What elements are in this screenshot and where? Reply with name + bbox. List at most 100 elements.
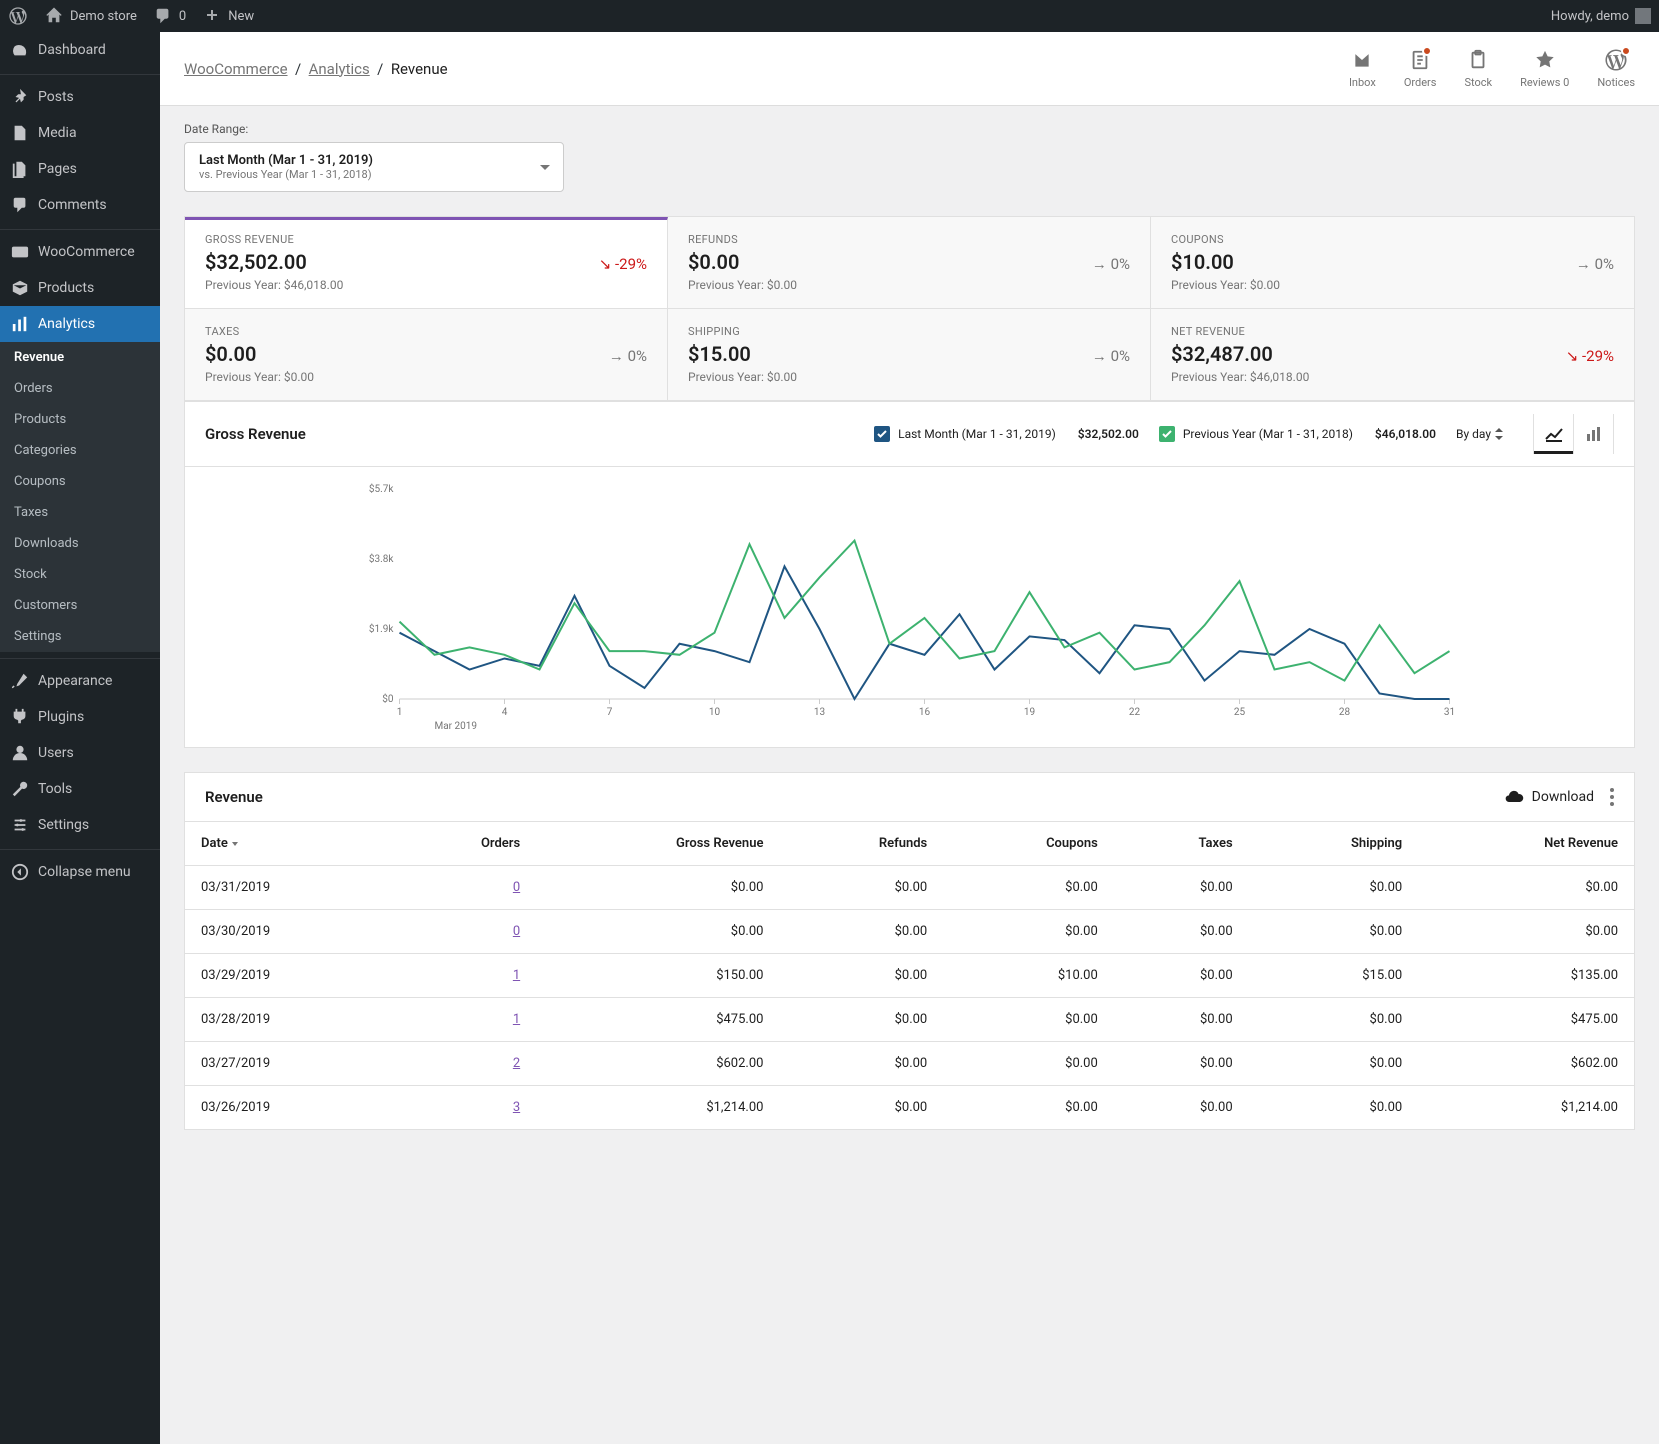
pages-icon — [10, 159, 30, 179]
wordpress-icon — [8, 6, 28, 26]
breadcrumb-mid[interactable]: Analytics — [309, 60, 370, 78]
col-net-revenue[interactable]: Net Revenue — [1418, 822, 1634, 866]
summary-taxes[interactable]: Taxes$0.00→ 0%Previous Year: $0.00 — [185, 309, 668, 401]
orders-icon — [1408, 48, 1432, 72]
sidebar-item-pages[interactable]: Pages — [0, 151, 160, 187]
col-gross-revenue[interactable]: Gross Revenue — [536, 822, 779, 866]
sidebar-item-collapse-menu[interactable]: Collapse menu — [0, 854, 160, 890]
comments-count[interactable]: 0 — [145, 0, 194, 32]
site-name[interactable]: Demo store — [36, 0, 145, 32]
revenue-table: DateOrdersGross RevenueRefundsCouponsTax… — [185, 821, 1634, 1129]
svg-text:31: 31 — [1444, 707, 1455, 718]
comment-icon — [10, 195, 30, 215]
sidebar-item-comments[interactable]: Comments — [0, 187, 160, 223]
chevron-down-icon — [230, 839, 240, 849]
summary-net-revenue[interactable]: Net Revenue$32,487.00↘ -29%Previous Year… — [1151, 309, 1634, 401]
orders-link[interactable]: 0 — [391, 866, 536, 910]
sidebar-item-dashboard[interactable]: Dashboard — [0, 32, 160, 68]
legend-primary[interactable]: Last Month (Mar 1 - 31, 2019) $32,502.00 — [874, 426, 1139, 442]
summary-refunds[interactable]: Refunds$0.00→ 0%Previous Year: $0.00 — [668, 217, 1151, 309]
table-row: 03/30/20190$0.00$0.00$0.00$0.00$0.00$0.0… — [185, 910, 1634, 954]
new-content[interactable]: New — [194, 0, 262, 32]
svg-text:4: 4 — [502, 707, 508, 718]
sub-item-customers[interactable]: Customers — [0, 590, 160, 621]
home-icon — [44, 6, 64, 26]
sidebar-item-tools[interactable]: Tools — [0, 771, 160, 807]
summary-shipping[interactable]: Shipping$15.00→ 0%Previous Year: $0.00 — [668, 309, 1151, 401]
trend-down-icon: ↘ -29% — [1566, 347, 1614, 365]
wrench-icon — [10, 779, 30, 799]
line-chart-tab[interactable] — [1534, 414, 1574, 454]
sub-item-categories[interactable]: Categories — [0, 435, 160, 466]
table-title: Revenue — [205, 788, 263, 806]
gauge-icon — [10, 40, 30, 60]
col-orders[interactable]: Orders — [391, 822, 536, 866]
legend-secondary[interactable]: Previous Year (Mar 1 - 31, 2018) $46,018… — [1159, 426, 1436, 442]
col-date[interactable]: Date — [185, 822, 391, 866]
ellipsis-menu[interactable] — [1610, 788, 1614, 806]
sidebar-item-users[interactable]: Users — [0, 735, 160, 771]
sub-item-orders[interactable]: Orders — [0, 373, 160, 404]
sub-item-stock[interactable]: Stock — [0, 559, 160, 590]
activity-orders[interactable]: Orders — [1404, 48, 1437, 89]
orders-link[interactable]: 1 — [391, 954, 536, 998]
summary-coupons[interactable]: Coupons$10.00→ 0%Previous Year: $0.00 — [1151, 217, 1634, 309]
date-range-dropdown[interactable]: Last Month (Mar 1 - 31, 2019) vs. Previo… — [184, 142, 564, 192]
sub-item-downloads[interactable]: Downloads — [0, 528, 160, 559]
svg-text:$1.9k: $1.9k — [369, 622, 394, 635]
svg-text:7: 7 — [607, 707, 613, 718]
sidebar-item-settings[interactable]: Settings — [0, 807, 160, 843]
col-shipping[interactable]: Shipping — [1249, 822, 1419, 866]
comment-icon — [153, 6, 173, 26]
bar-chart-icon — [1584, 424, 1604, 444]
sidebar-item-analytics[interactable]: Analytics — [0, 306, 160, 342]
sub-item-products[interactable]: Products — [0, 404, 160, 435]
col-refunds[interactable]: Refunds — [779, 822, 943, 866]
activity-notices[interactable]: Notices — [1597, 48, 1635, 89]
activity-reviews[interactable]: Reviews 0 — [1520, 48, 1569, 89]
chevron-down-icon — [539, 164, 551, 172]
sub-item-coupons[interactable]: Coupons — [0, 466, 160, 497]
checkbox-icon — [874, 426, 890, 442]
sidebar-item-appearance[interactable]: Appearance — [0, 663, 160, 699]
table-row: 03/29/20191$150.00$0.00$10.00$0.00$15.00… — [185, 954, 1634, 998]
orders-link[interactable]: 2 — [391, 1042, 536, 1086]
interval-dropdown[interactable]: By day — [1456, 427, 1503, 441]
trend-flat-icon: → 0% — [1576, 255, 1614, 273]
activity-inbox[interactable]: Inbox — [1349, 48, 1376, 89]
settings-icon — [10, 815, 30, 835]
orders-link[interactable]: 1 — [391, 998, 536, 1042]
sub-item-settings[interactable]: Settings — [0, 621, 160, 652]
sidebar-item-products[interactable]: Products — [0, 270, 160, 306]
sidebar-item-media[interactable]: Media — [0, 115, 160, 151]
col-taxes[interactable]: Taxes — [1114, 822, 1249, 866]
orders-link[interactable]: 3 — [391, 1086, 536, 1130]
cloud-download-icon — [1504, 787, 1524, 807]
chart-title: Gross Revenue — [205, 425, 306, 443]
woo-icon — [10, 242, 30, 262]
sidebar-item-posts[interactable]: Posts — [0, 79, 160, 115]
trend-flat-icon: → 0% — [1092, 347, 1130, 365]
breadcrumb-root[interactable]: WooCommerce — [184, 60, 288, 78]
sidebar-item-woocommerce[interactable]: WooCommerce — [0, 234, 160, 270]
products-icon — [10, 278, 30, 298]
chart-svg: $0$1.9k$3.8k$5.7k1471013161922252831Mar … — [205, 479, 1614, 739]
chart-card: Gross Revenue Last Month (Mar 1 - 31, 20… — [184, 402, 1635, 748]
download-button[interactable]: Download — [1504, 787, 1594, 807]
orders-link[interactable]: 0 — [391, 910, 536, 954]
plus-icon — [202, 6, 222, 26]
summary-gross-revenue[interactable]: Gross Revenue$32,502.00↘ -29%Previous Ye… — [185, 217, 668, 309]
table-row: 03/31/20190$0.00$0.00$0.00$0.00$0.00$0.0… — [185, 866, 1634, 910]
activity-stock[interactable]: Stock — [1464, 48, 1492, 89]
svg-text:28: 28 — [1339, 707, 1351, 718]
wp-logo[interactable] — [0, 0, 36, 32]
analytics-icon — [10, 314, 30, 334]
col-coupons[interactable]: Coupons — [943, 822, 1114, 866]
avatar-icon — [1635, 8, 1651, 24]
sub-item-revenue[interactable]: Revenue — [0, 342, 160, 373]
sidebar-item-plugins[interactable]: Plugins — [0, 699, 160, 735]
svg-text:25: 25 — [1234, 707, 1246, 718]
howdy[interactable]: Howdy, demo — [1543, 0, 1659, 32]
bar-chart-tab[interactable] — [1574, 414, 1614, 454]
sub-item-taxes[interactable]: Taxes — [0, 497, 160, 528]
